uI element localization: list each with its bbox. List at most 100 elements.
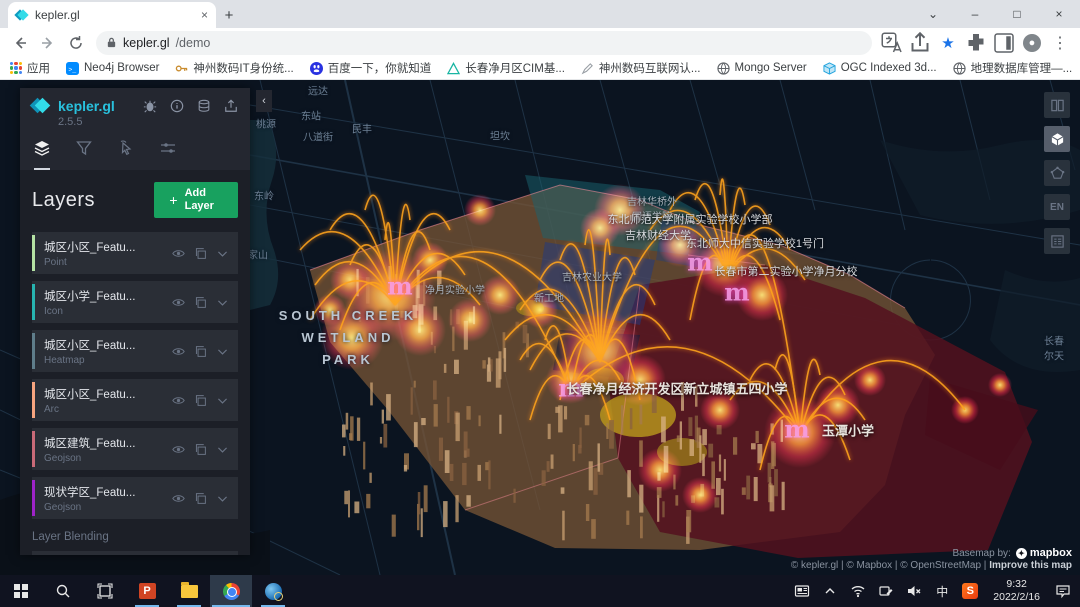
add-layer-button[interactable]: + Add Layer <box>154 182 238 218</box>
bookmark-apps[interactable]: 应用 <box>10 60 50 76</box>
menu-dots-icon[interactable]: ⋮ <box>1048 31 1072 55</box>
chevron-down-icon[interactable] <box>216 443 229 456</box>
bookmark-ogc[interactable]: OGC Indexed 3d... <box>823 62 937 75</box>
split-map-button[interactable] <box>1044 92 1070 118</box>
duplicate-icon[interactable] <box>194 345 207 358</box>
start-button[interactable] <box>0 575 42 607</box>
tab-interactions[interactable] <box>118 140 134 170</box>
school-icon[interactable]: m <box>558 374 583 403</box>
mapbox-logo[interactable]: ✦mapbox <box>1016 547 1072 559</box>
task-view-icon[interactable] <box>84 575 126 607</box>
taskbar-chrome[interactable] <box>210 575 252 607</box>
bookmark-internet-auth[interactable]: 神州数码互联网认... <box>581 60 701 76</box>
layer-row[interactable]: 现状学区_Featu...Geojson <box>32 477 238 519</box>
reload-icon[interactable] <box>64 31 88 55</box>
visibility-eye-icon[interactable] <box>172 443 185 456</box>
database-icon[interactable] <box>197 99 211 113</box>
layer-row[interactable]: 城区小学_Featu...Icon <box>32 281 238 323</box>
pen-icon <box>581 62 594 75</box>
bookmark-mongo[interactable]: Mongo Server <box>717 62 807 75</box>
chevron-down-icon[interactable] <box>216 492 229 505</box>
duplicate-icon[interactable] <box>194 296 207 309</box>
improve-map-link[interactable]: Improve this map <box>989 560 1072 571</box>
bookmark-cim[interactable]: 长春净月区CIM基... <box>447 60 565 76</box>
layer-row[interactable]: 城区建筑_Featu...Geojson <box>32 428 238 470</box>
browser-tab[interactable]: kepler.gl × <box>8 2 216 28</box>
tab-basemap-settings[interactable] <box>160 140 176 170</box>
window-maximize-button[interactable]: □ <box>996 0 1038 28</box>
school-icon[interactable]: m <box>784 415 809 444</box>
sidebar-collapse-button[interactable]: ‹ <box>256 90 272 112</box>
globe-icon <box>717 62 730 75</box>
neo4j-icon: >_ <box>66 62 79 75</box>
hidden-icons-chevron[interactable] <box>817 583 843 599</box>
taskbar-clock[interactable]: 9:32 2022/2/16 <box>985 578 1048 604</box>
tab-close-icon[interactable]: × <box>201 8 208 22</box>
locale-button[interactable]: EN <box>1044 194 1070 220</box>
window-minimize-button[interactable]: – <box>954 0 996 28</box>
bookmark-identity[interactable]: 神州数码IT身份统... <box>175 60 293 76</box>
visibility-eye-icon[interactable] <box>172 492 185 505</box>
visibility-eye-icon[interactable] <box>172 247 185 260</box>
info-icon[interactable] <box>170 99 184 113</box>
tab-search-icon[interactable]: ⌄ <box>912 0 954 28</box>
profile-avatar[interactable]: ● <box>1020 31 1044 55</box>
taskbar-explorer[interactable] <box>168 575 210 607</box>
tab-filters[interactable] <box>76 140 92 170</box>
share-icon[interactable] <box>908 31 932 55</box>
duplicate-icon[interactable] <box>194 247 207 260</box>
reading-mode-icon[interactable] <box>992 31 1016 55</box>
chevron-down-icon[interactable] <box>216 296 229 309</box>
bookmark-star-icon[interactable]: ★ <box>936 31 960 55</box>
windows-taskbar: P 中 S 9:32 2022/2/16 <box>0 575 1080 607</box>
pen-settings-icon[interactable] <box>873 583 899 599</box>
wifi-icon[interactable] <box>845 583 871 599</box>
address-bar[interactable]: kepler.gl/demo <box>96 31 872 55</box>
visibility-eye-icon[interactable] <box>172 394 185 407</box>
map-canvas[interactable]: m m m m m 远达 东站 八道街 民丰 桃源 坦坎 东岭 家山 新工地 长… <box>0 80 1080 575</box>
school-icon[interactable]: m <box>724 278 749 307</box>
school-icon[interactable]: m <box>687 248 712 277</box>
tab-layers[interactable] <box>34 140 50 170</box>
forward-icon[interactable] <box>36 31 60 55</box>
action-center-icon[interactable] <box>1050 583 1076 599</box>
visibility-eye-icon[interactable] <box>172 345 185 358</box>
sogou-input-icon[interactable]: S <box>957 583 983 599</box>
taskbar-gis-app[interactable] <box>252 575 294 607</box>
svg-text:>_: >_ <box>68 66 76 73</box>
school-icon[interactable]: m <box>387 272 412 301</box>
lock-icon <box>106 37 117 48</box>
bug-icon[interactable] <box>143 99 157 113</box>
layer-blending-select[interactable]: normal <box>32 551 238 555</box>
app-version: 2.5.5 <box>58 116 238 128</box>
volume-muted-icon[interactable] <box>901 583 927 599</box>
duplicate-icon[interactable] <box>194 394 207 407</box>
window-close-button[interactable]: × <box>1038 0 1080 28</box>
chevron-down-icon[interactable] <box>216 394 229 407</box>
back-icon[interactable] <box>8 31 32 55</box>
legend-button[interactable] <box>1044 228 1070 254</box>
duplicate-icon[interactable] <box>194 443 207 456</box>
bookmark-geodb[interactable]: 地理数据库管理—... <box>953 60 1073 76</box>
ime-language-indicator[interactable]: 中 <box>929 583 955 600</box>
bookmark-baidu[interactable]: 百度一下，你就知道 <box>310 60 432 76</box>
brand-name: kepler.gl <box>58 98 115 114</box>
new-tab-button[interactable]: + <box>216 2 242 28</box>
chevron-down-icon[interactable] <box>216 247 229 260</box>
bookmark-neo4j[interactable]: >_ Neo4j Browser <box>66 62 159 75</box>
visibility-eye-icon[interactable] <box>172 296 185 309</box>
kepler-favicon <box>16 9 28 21</box>
extensions-icon[interactable] <box>964 31 988 55</box>
duplicate-icon[interactable] <box>194 492 207 505</box>
chevron-down-icon[interactable] <box>216 345 229 358</box>
export-icon[interactable] <box>224 99 238 113</box>
news-widget-icon[interactable] <box>789 583 815 599</box>
taskbar-powerpoint[interactable]: P <box>126 575 168 607</box>
translate-icon[interactable] <box>880 31 904 55</box>
layer-row[interactable]: 城区小区_Featu...Arc <box>32 379 238 421</box>
layer-row[interactable]: 城区小区_Featu...Heatmap <box>32 330 238 372</box>
draw-polygon-button[interactable] <box>1044 160 1070 186</box>
layer-row[interactable]: 城区小区_Featu...Point <box>32 232 238 274</box>
toggle-3d-button[interactable] <box>1044 126 1070 152</box>
search-icon[interactable] <box>42 575 84 607</box>
